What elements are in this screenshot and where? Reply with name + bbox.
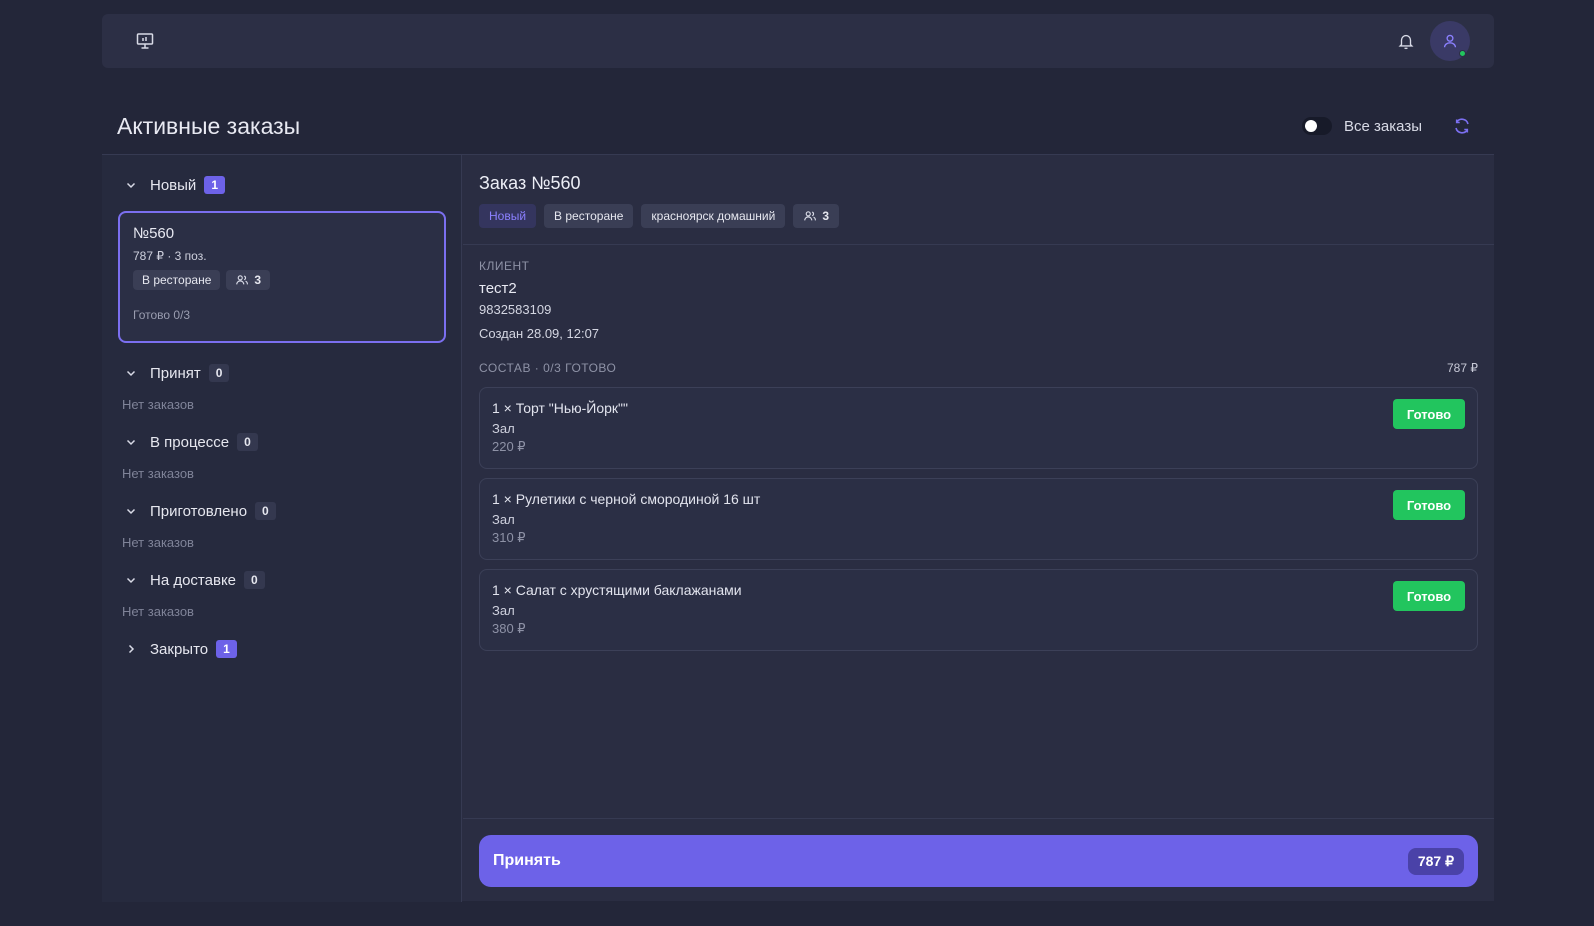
client-section: КЛИЕНТ тест2 9832583109 Создан 28.09, 12… <box>463 245 1494 341</box>
composition-label: СОСТАВ · 0/3 ГОТОВО <box>479 361 617 375</box>
group-count-badge: 0 <box>237 433 258 451</box>
accept-button-label: Принять <box>493 852 561 869</box>
user-icon <box>1443 34 1457 48</box>
page-title: Активные заказы <box>117 113 301 139</box>
group-count-badge: 1 <box>204 176 225 194</box>
group-count-badge: 1 <box>216 640 237 658</box>
accept-amount-badge: 787 ₽ <box>1407 847 1464 875</box>
main-content: Новый 1 №560 787 ₽ · 3 поз. В ресторане … <box>102 154 1494 902</box>
order-number: №560 <box>133 225 175 242</box>
item-place: Зал <box>492 421 515 436</box>
all-orders-label: Все заказы <box>1344 117 1422 135</box>
toggle-knob <box>1305 120 1318 132</box>
client-section-label: КЛИЕНТ <box>479 259 530 273</box>
users-icon <box>236 275 249 285</box>
created-date: Создан 28.09, 12:07 <box>479 326 600 341</box>
empty-group-text: Нет заказов <box>122 535 194 550</box>
header-controls: Все заказы <box>1302 116 1472 136</box>
item-ready-button[interactable]: Готово <box>1393 581 1465 611</box>
item-name: 1 × Рулетики с черной смородиной 16 шт <box>492 491 761 507</box>
chevron-down-icon <box>124 504 138 518</box>
group-delivery-header[interactable]: На доставке 0 <box>118 568 445 592</box>
group-label: Принят <box>150 364 201 382</box>
order-item: 1 × Рулетики с черной смородиной 16 шт З… <box>479 478 1478 560</box>
users-icon <box>804 211 817 221</box>
group-accepted-header[interactable]: Принят 0 <box>118 361 445 385</box>
item-ready-button[interactable]: Готово <box>1393 490 1465 520</box>
refresh-icon[interactable] <box>1452 116 1472 136</box>
item-ready-button[interactable]: Готово <box>1393 399 1465 429</box>
composition-header: СОСТАВ · 0/3 ГОТОВО 787 ₽ <box>463 361 1494 375</box>
group-label: На доставке <box>150 571 237 589</box>
client-phone: 9832583109 <box>479 302 552 317</box>
group-closed-header[interactable]: Закрыто 1 <box>118 637 445 661</box>
composition-total: 787 ₽ <box>1447 361 1478 375</box>
chevron-down-icon <box>124 435 138 449</box>
order-meta: 787 ₽ · 3 поз. <box>133 249 207 263</box>
item-price: 380 ₽ <box>492 621 526 636</box>
avatar[interactable] <box>1430 21 1470 61</box>
monitor-icon[interactable] <box>134 30 156 52</box>
bell-icon[interactable] <box>1394 29 1418 53</box>
client-name: тест2 <box>479 280 517 297</box>
status-badge: Новый <box>479 204 537 228</box>
order-item: 1 × Салат с хрустящими баклажанами Зал 3… <box>479 569 1478 651</box>
item-place: Зал <box>492 603 515 618</box>
group-count-badge: 0 <box>208 364 230 382</box>
order-ready-status: Готово 0/3 <box>133 308 191 322</box>
item-price: 310 ₽ <box>492 530 526 545</box>
order-groups-sidebar: Новый 1 №560 787 ₽ · 3 поз. В ресторане … <box>102 155 462 902</box>
chevron-right-icon <box>124 642 138 656</box>
guests-count: 3 <box>822 209 830 223</box>
group-in-progress-header[interactable]: В процессе 0 <box>118 430 445 454</box>
group-label: В процессе <box>150 433 230 451</box>
item-name: 1 × Торт "Нью-Йорк"" <box>492 400 629 416</box>
empty-group-text: Нет заказов <box>122 604 194 619</box>
group-cooked-header[interactable]: Приготовлено 0 <box>118 499 445 523</box>
group-label: Новый <box>150 176 197 194</box>
chevron-down-icon <box>124 366 138 380</box>
item-price: 220 ₽ <box>492 439 526 454</box>
order-place-tag: В ресторане <box>133 270 221 290</box>
empty-group-text: Нет заказов <box>122 466 194 481</box>
order-items-list: 1 × Торт "Нью-Йорк"" Зал 220 ₽ Готово 1 … <box>463 387 1494 651</box>
chevron-down-icon <box>124 178 138 192</box>
order-item: 1 × Торт "Нью-Йорк"" Зал 220 ₽ Готово <box>479 387 1478 469</box>
top-bar <box>102 14 1494 68</box>
group-label: Закрыто <box>150 640 209 658</box>
group-new-header[interactable]: Новый 1 <box>118 173 445 197</box>
order-detail-title: Заказ №560 <box>479 173 581 193</box>
group-count-badge: 0 <box>255 502 276 520</box>
order-footer: Принять 787 ₽ <box>463 818 1494 902</box>
online-status-dot <box>1459 50 1466 57</box>
chevron-down-icon <box>124 573 138 587</box>
accept-order-button[interactable]: Принять 787 ₽ <box>479 835 1478 887</box>
order-guests-tag: 3 <box>226 270 271 290</box>
group-count-badge: 0 <box>244 571 265 589</box>
item-name: 1 × Салат с хрустящими баклажанами <box>492 582 742 598</box>
empty-group-text: Нет заказов <box>122 397 194 412</box>
order-guests-count: 3 <box>254 273 262 287</box>
guests-tag: 3 <box>793 204 840 228</box>
group-label: Приготовлено <box>150 502 248 520</box>
place-tag: В ресторане <box>544 204 634 228</box>
order-detail-panel: Заказ №560 Новый В ресторане красноярск … <box>463 155 1494 902</box>
all-orders-toggle[interactable] <box>1302 117 1333 135</box>
branch-tag: красноярск домашний <box>641 204 786 228</box>
order-detail-header: Заказ №560 Новый В ресторане красноярск … <box>463 155 1494 245</box>
item-place: Зал <box>492 512 515 527</box>
order-card-560[interactable]: №560 787 ₽ · 3 поз. В ресторане 3 Готово… <box>118 211 446 343</box>
